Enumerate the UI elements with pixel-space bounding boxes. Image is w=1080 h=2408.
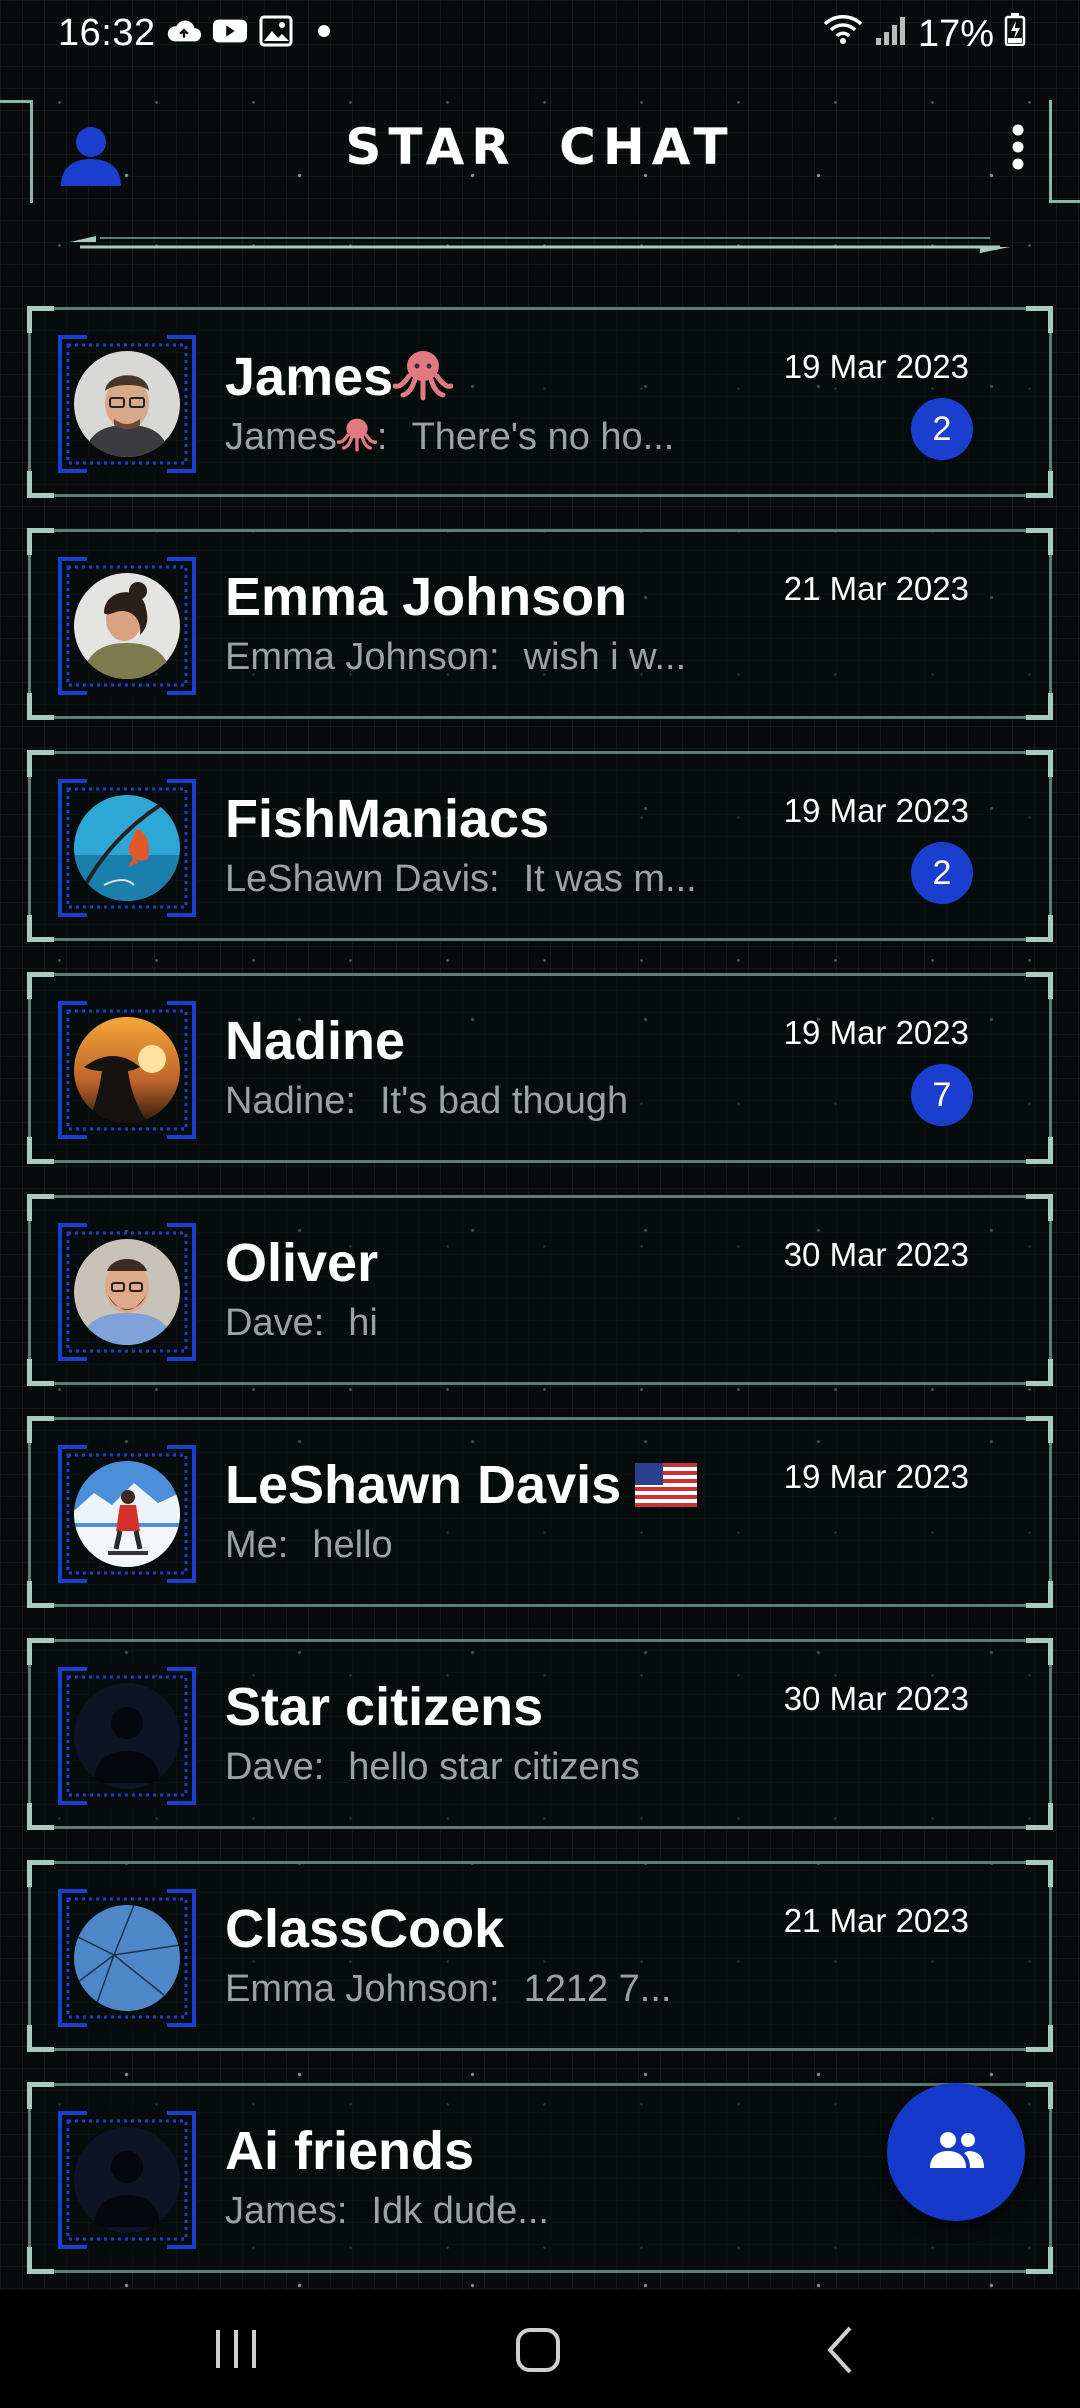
- chat-item-star-citizens[interactable]: Star citizens Dave: hello star citizens 3…: [27, 1638, 1053, 1830]
- avatar-frame: [57, 778, 197, 918]
- octopus-emoji-icon: [392, 344, 454, 417]
- avatar-fishing: [74, 795, 180, 901]
- preview-sender: Me:: [225, 1524, 289, 1566]
- avatar-frame: [57, 334, 197, 474]
- chat-name: Ai friends: [225, 2121, 475, 2181]
- avatar-cracked-glass: [74, 1905, 180, 2011]
- avatar-frame: [57, 1222, 197, 1362]
- preview-sender: LeShawn Davis:: [225, 858, 500, 900]
- preview-text: 1212 7...: [523, 1968, 672, 2010]
- chat-item-leshawn-davis[interactable]: LeShawn Davis Me: hello 19 Mar 2023: [27, 1416, 1053, 1608]
- chat-preview: James: Idk dude...: [225, 2190, 549, 2233]
- preview-text: It was m...: [523, 858, 697, 900]
- app-screen: 16:32 17% STAR CHAT James James: There'…: [0, 0, 1080, 2408]
- chat-preview: LeShawn Davis: It was m...: [225, 858, 697, 901]
- back-icon: [800, 2326, 880, 2384]
- chat-preview: Dave: hello star citizens: [225, 1746, 640, 1789]
- chat-date: 30 Mar 2023: [783, 1680, 969, 1717]
- chat-item-oliver[interactable]: Oliver Dave: hi 30 Mar 2023: [27, 1194, 1053, 1386]
- group-icon: [924, 2130, 988, 2175]
- avatar-man-beard: [74, 1239, 180, 1345]
- chat-preview: Dave: hi: [225, 1302, 378, 1345]
- chat-date: 19 Mar 2023: [783, 792, 969, 829]
- avatar-placeholder: [74, 2127, 180, 2233]
- chat-date: 30 Mar 2023: [783, 1236, 969, 1273]
- preview-text: Idk dude...: [371, 2190, 549, 2232]
- avatar-frame: [57, 1666, 197, 1806]
- back-button[interactable]: [800, 2320, 880, 2380]
- preview-text: It's bad though: [379, 1080, 629, 1122]
- us-flag-emoji-icon: [635, 1458, 698, 1520]
- unread-badge: 7: [911, 1064, 973, 1126]
- chat-item-nadine[interactable]: Nadine Nadine: It's bad though 19 Mar 202…: [27, 972, 1053, 1164]
- chat-date: 19 Mar 2023: [783, 1014, 969, 1051]
- chat-name: James: [225, 344, 454, 417]
- system-nav-bar: [0, 2290, 1080, 2408]
- chat-date: 21 Mar 2023: [783, 570, 969, 607]
- preview-sender: James:: [225, 2190, 348, 2232]
- preview-sender: Dave:: [225, 1746, 325, 1788]
- home-button[interactable]: [498, 2320, 578, 2380]
- preview-sender: Emma Johnson:: [225, 1968, 500, 2010]
- recent-apps-button[interactable]: [196, 2320, 276, 2380]
- chat-name: Star citizens: [225, 1677, 544, 1737]
- preview-text: hello star citizens: [348, 1746, 640, 1788]
- chat-item-emma-johnson[interactable]: Emma Johnson Emma Johnson: wish i w... 21…: [27, 528, 1053, 720]
- chat-preview: Me: hello: [225, 1524, 393, 1567]
- chat-list: James James: There's no ho... 19 Mar 2023…: [0, 0, 1080, 2408]
- preview-text: There's no ho...: [411, 416, 675, 459]
- chat-preview: James: There's no ho...: [225, 414, 674, 464]
- chat-name: FishManiacs: [225, 789, 550, 849]
- chat-item-james[interactable]: James James: There's no ho... 19 Mar 2023…: [27, 306, 1053, 498]
- avatar-frame: [57, 2110, 197, 2250]
- recent-apps-icon: [196, 2330, 276, 2384]
- chat-name: Emma Johnson: [225, 567, 628, 627]
- preview-sender: Nadine:: [225, 1080, 356, 1122]
- avatar-man-glasses: [74, 351, 180, 457]
- avatar-frame: [57, 556, 197, 696]
- chat-date: 19 Mar 2023: [783, 1458, 969, 1495]
- chat-name: ClassCook: [225, 1899, 505, 1959]
- new-group-fab[interactable]: [887, 2083, 1025, 2221]
- avatar-snow: [74, 1461, 180, 1567]
- chat-name: Nadine: [225, 1011, 406, 1071]
- unread-badge: 2: [911, 842, 973, 904]
- octopus-emoji-icon: [336, 414, 378, 464]
- avatar-woman: [74, 573, 180, 679]
- chat-item-classcook[interactable]: ClassCook Emma Johnson: 1212 7... 21 Mar …: [27, 1860, 1053, 2052]
- chat-preview: Emma Johnson: 1212 7...: [225, 1968, 671, 2011]
- preview-text: hi: [348, 1302, 378, 1344]
- avatar-frame: [57, 1444, 197, 1584]
- unread-badge: 2: [911, 398, 973, 460]
- preview-text: wish i w...: [523, 636, 687, 678]
- preview-sender: Dave:: [225, 1302, 325, 1344]
- chat-preview: Emma Johnson: wish i w...: [225, 636, 686, 679]
- chat-date: 21 Mar 2023: [783, 1902, 969, 1939]
- avatar-sunset: [74, 1017, 180, 1123]
- avatar-frame: [57, 1888, 197, 2028]
- preview-text: hello: [312, 1524, 393, 1566]
- chat-preview: Nadine: It's bad though: [225, 1080, 628, 1123]
- chat-item-fishmaniacs[interactable]: FishManiacs LeShawn Davis: It was m... 19…: [27, 750, 1053, 942]
- home-icon: [498, 2328, 578, 2384]
- avatar-placeholder: [74, 1683, 180, 1789]
- chat-name: Oliver: [225, 1233, 379, 1293]
- chat-date: 19 Mar 2023: [783, 348, 969, 385]
- avatar-frame: [57, 1000, 197, 1140]
- chat-name: LeShawn Davis: [225, 1454, 698, 1520]
- preview-sender: Emma Johnson:: [225, 636, 500, 678]
- preview-sender: James:: [225, 416, 387, 458]
